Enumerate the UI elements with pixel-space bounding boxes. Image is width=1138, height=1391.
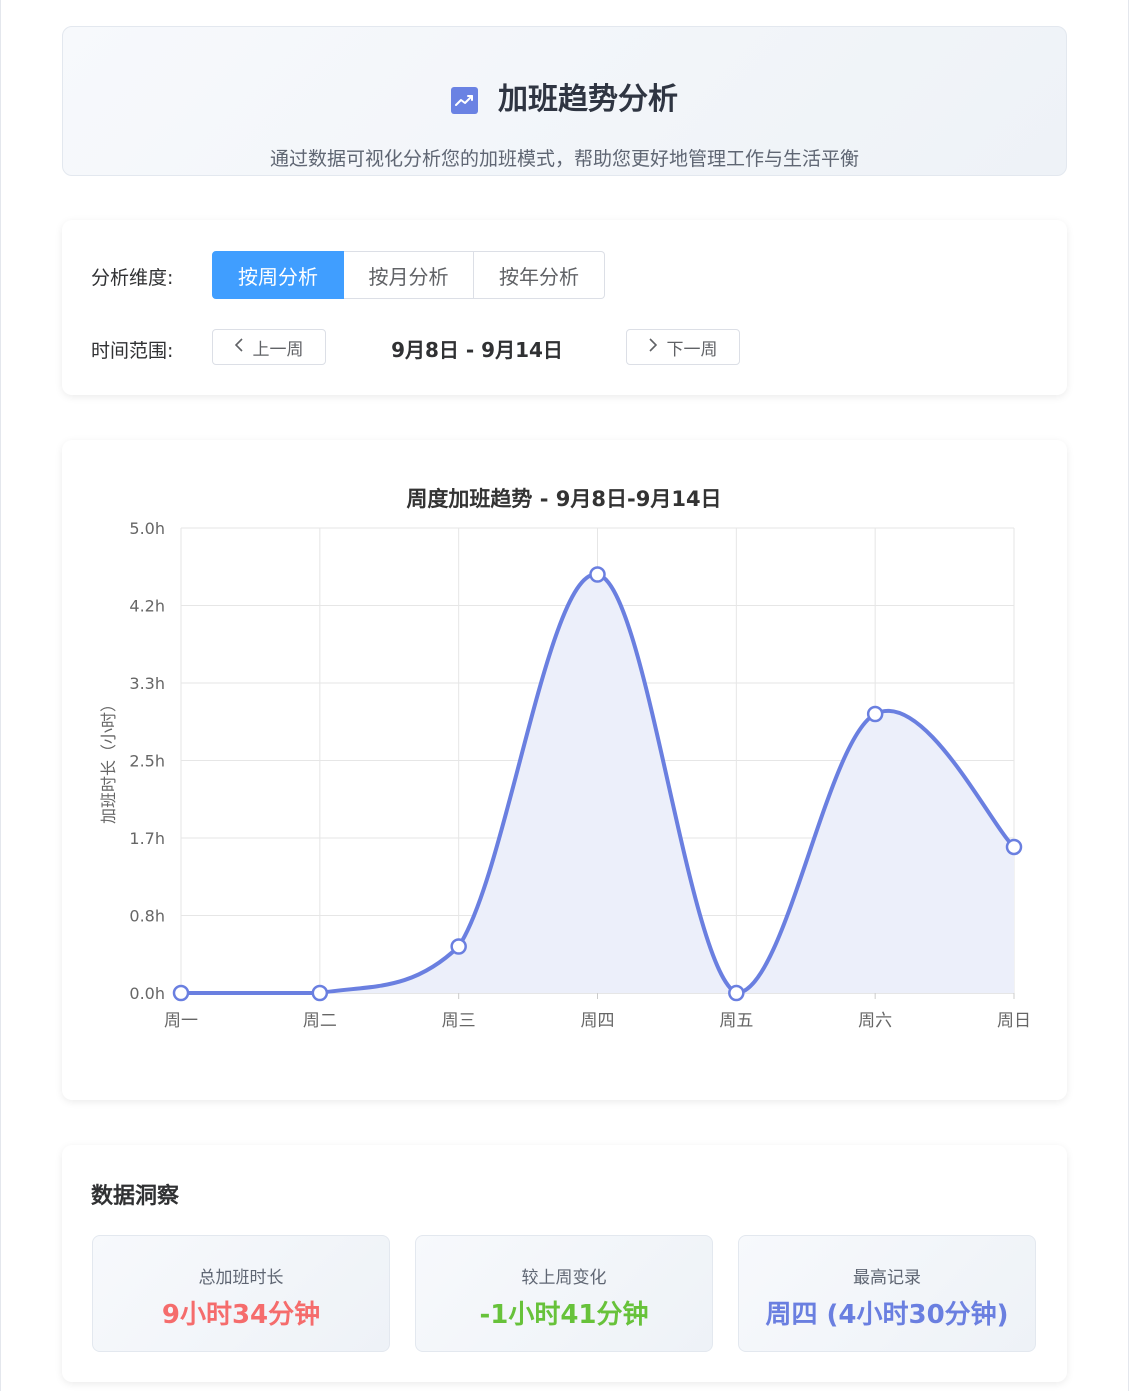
data-point-周日[interactable] bbox=[1005, 838, 1023, 856]
header-card: 加班趋势分析 通过数据可视化分析您的加班模式，帮助您更好地管理工作与生活平衡 bbox=[62, 26, 1067, 176]
title-row: 加班趋势分析 bbox=[63, 85, 1066, 115]
x-tick-label: 周二 bbox=[303, 1011, 337, 1031]
range-label: 时间范围: bbox=[91, 340, 174, 362]
page: 加班趋势分析 通过数据可视化分析您的加班模式，帮助您更好地管理工作与生活平衡 分… bbox=[0, 0, 1138, 1391]
data-point-周一[interactable] bbox=[172, 984, 190, 1002]
chart-title: 周度加班趋势 - 9月8日-9月14日 bbox=[406, 487, 721, 511]
x-tick-label: 周三 bbox=[442, 1011, 476, 1031]
insights-title: 数据洞察 bbox=[91, 1184, 180, 1209]
data-point-周三[interactable] bbox=[450, 938, 467, 955]
dimension-label: 分析维度: bbox=[91, 267, 174, 289]
trending-chart-icon bbox=[451, 86, 478, 114]
stat-value-change: -1小时41分钟 bbox=[479, 1300, 649, 1330]
stat-value-record: 周四 (4小时30分钟) bbox=[765, 1300, 1009, 1330]
data-point-周六[interactable] bbox=[866, 705, 884, 723]
x-tick-label: 周四 bbox=[581, 1011, 615, 1031]
stat-label-change: 较上周变化 bbox=[521, 1268, 607, 1288]
stat-card-total: 总加班时长 9小时34分钟 bbox=[92, 1235, 390, 1352]
prev-week-button[interactable]: 上一周 bbox=[212, 329, 326, 365]
tab-month-analysis[interactable]: 按月分析 bbox=[344, 251, 474, 299]
date-range-text: 9月8日 - 9月14日 bbox=[391, 338, 563, 362]
page-subtitle: 通过数据可视化分析您的加班模式，帮助您更好地管理工作与生活平衡 bbox=[269, 148, 859, 170]
insights-card: 数据洞察 总加班时长 9小时34分钟 较上周变化 -1小时41分钟 最高记录 周… bbox=[62, 1145, 1067, 1382]
y-tick-label: 5.0h bbox=[129, 519, 165, 538]
stat-label-total: 总加班时长 bbox=[198, 1268, 284, 1288]
x-tick-label: 周日 bbox=[997, 1011, 1031, 1031]
page-title: 加班趋势分析 bbox=[498, 82, 678, 117]
x-tick-label: 周一 bbox=[164, 1011, 198, 1031]
chevron-right-icon bbox=[648, 337, 657, 357]
y-tick-label: 1.7h bbox=[129, 829, 165, 848]
tab-year-analysis[interactable]: 按年分析 bbox=[474, 251, 605, 299]
prev-week-label: 上一周 bbox=[252, 339, 304, 360]
data-point-周五[interactable] bbox=[728, 984, 745, 1002]
dimension-segmented-control: 按周分析 按月分析 按年分析 bbox=[212, 251, 605, 299]
stat-card-change: 较上周变化 -1小时41分钟 bbox=[415, 1235, 713, 1352]
next-week-button[interactable]: 下一周 bbox=[626, 329, 740, 365]
y-tick-label: 2.5h bbox=[129, 752, 165, 771]
y-axis-label: 加班时长（小时） bbox=[99, 696, 118, 824]
scrollbar-track[interactable] bbox=[1128, 0, 1129, 1391]
x-tick-label: 周六 bbox=[858, 1011, 892, 1031]
stat-card-record: 最高记录 周四 (4小时30分钟) bbox=[738, 1235, 1036, 1352]
chevron-left-icon bbox=[234, 337, 243, 357]
y-tick-label: 4.2h bbox=[129, 597, 165, 616]
tab-week-analysis[interactable]: 按周分析 bbox=[212, 251, 344, 299]
data-point-周二[interactable] bbox=[311, 984, 329, 1002]
series-area bbox=[181, 574, 1014, 993]
y-tick-label: 0.8h bbox=[129, 907, 165, 926]
left-divider bbox=[0, 0, 1, 1391]
x-tick-label: 周五 bbox=[719, 1011, 753, 1031]
controls-card: 分析维度: 按周分析 按月分析 按年分析 时间范围: 上一周 9月8日 - 9月… bbox=[62, 220, 1067, 395]
y-tick-label: 0.0h bbox=[129, 984, 165, 1003]
stat-label-record: 最高记录 bbox=[853, 1268, 921, 1288]
stat-value-total: 9小时34分钟 bbox=[161, 1300, 321, 1330]
chart-card: 0.0h 0.8h 1.7h 2.5h 3.3h 4.2h 5.0h 周一 周二 周三 周四 周五 周六… bbox=[62, 440, 1067, 1100]
weekly-overtime-chart: 0.0h 0.8h 1.7h 2.5h 3.3h 4.2h 5.0h 周一 周二 周三 周四 周五 周六… bbox=[99, 487, 1031, 1031]
data-point-周四[interactable] bbox=[589, 566, 606, 583]
y-tick-label: 3.3h bbox=[129, 674, 165, 693]
next-week-label: 下一周 bbox=[666, 339, 718, 360]
